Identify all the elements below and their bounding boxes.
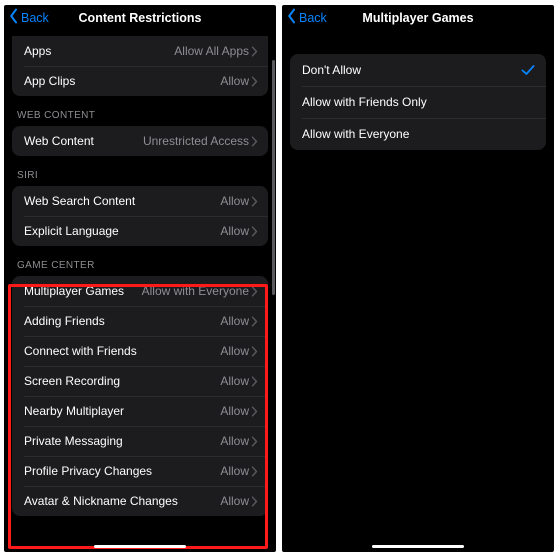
chevron-right-icon bbox=[251, 346, 258, 357]
setting-row[interactable]: Profile Privacy ChangesAllow bbox=[12, 456, 268, 486]
back-button[interactable]: Back bbox=[282, 8, 327, 27]
chevron-right-icon bbox=[251, 286, 258, 297]
row-label: Nearby Multiplayer bbox=[24, 404, 220, 418]
chevron-right-icon bbox=[251, 376, 258, 387]
row-label: Apps bbox=[24, 44, 174, 58]
row-value: Allow bbox=[220, 434, 249, 448]
content-scroll: AppsAllow All AppsApp ClipsAllow WEB CON… bbox=[4, 30, 276, 552]
row-value: Allow bbox=[220, 314, 249, 328]
chevron-right-icon bbox=[251, 46, 258, 57]
row-label: Avatar & Nickname Changes bbox=[24, 494, 220, 508]
row-value: Allow with Everyone bbox=[142, 284, 249, 298]
chevron-right-icon bbox=[251, 226, 258, 237]
section-header-siri: SIRI bbox=[4, 156, 276, 186]
game-center-group: Multiplayer GamesAllow with EveryoneAddi… bbox=[12, 276, 268, 516]
setting-row[interactable]: Multiplayer GamesAllow with Everyone bbox=[12, 276, 268, 306]
chevron-left-icon bbox=[8, 8, 20, 27]
option-row[interactable]: Don't Allow bbox=[290, 54, 546, 86]
setting-row[interactable]: App ClipsAllow bbox=[12, 66, 268, 96]
row-value: Allow bbox=[220, 374, 249, 388]
setting-row[interactable]: Adding FriendsAllow bbox=[12, 306, 268, 336]
chevron-right-icon bbox=[251, 436, 258, 447]
option-row[interactable]: Allow with Everyone bbox=[290, 118, 546, 150]
option-label: Allow with Friends Only bbox=[302, 95, 536, 109]
siri-group: Web Search ContentAllowExplicit Language… bbox=[12, 186, 268, 246]
chevron-right-icon bbox=[251, 316, 258, 327]
content-scroll: Don't Allow Allow with Friends Only Allow … bbox=[282, 30, 554, 552]
navbar: Back Content Restrictions bbox=[4, 5, 276, 30]
option-label: Allow with Everyone bbox=[302, 127, 536, 141]
row-label: Screen Recording bbox=[24, 374, 220, 388]
section-header-web: WEB CONTENT bbox=[4, 96, 276, 126]
back-label: Back bbox=[21, 11, 49, 25]
row-value: Allow bbox=[220, 494, 249, 508]
section-header-game-center: GAME CENTER bbox=[4, 246, 276, 276]
row-value: Allow bbox=[220, 464, 249, 478]
allowed-content-group: AppsAllow All AppsApp ClipsAllow bbox=[12, 36, 268, 96]
setting-row[interactable]: Nearby MultiplayerAllow bbox=[12, 396, 268, 426]
chevron-right-icon bbox=[251, 496, 258, 507]
row-label: Web Search Content bbox=[24, 194, 220, 208]
row-value: Allow bbox=[220, 404, 249, 418]
home-indicator[interactable] bbox=[372, 545, 464, 549]
setting-row[interactable]: Web Search ContentAllow bbox=[12, 186, 268, 216]
row-value: Allow bbox=[220, 194, 249, 208]
back-button[interactable]: Back bbox=[4, 8, 49, 27]
setting-row[interactable]: Private MessagingAllow bbox=[12, 426, 268, 456]
options-group: Don't Allow Allow with Friends Only Allow … bbox=[290, 54, 546, 150]
home-indicator[interactable] bbox=[94, 545, 186, 549]
row-value: Allow bbox=[220, 224, 249, 238]
chevron-right-icon bbox=[251, 76, 258, 87]
chevron-right-icon bbox=[251, 466, 258, 477]
navbar: Back Multiplayer Games bbox=[282, 5, 554, 30]
row-label: Web Content bbox=[24, 134, 143, 148]
setting-row[interactable]: Avatar & Nickname ChangesAllow bbox=[12, 486, 268, 516]
chevron-right-icon bbox=[251, 406, 258, 417]
multiplayer-games-screen: Back Multiplayer Games Don't Allow Allow … bbox=[282, 5, 554, 552]
row-label: Adding Friends bbox=[24, 314, 220, 328]
row-label: Explicit Language bbox=[24, 224, 220, 238]
web-content-group: Web ContentUnrestricted Access bbox=[12, 126, 268, 156]
setting-row[interactable]: AppsAllow All Apps bbox=[12, 36, 268, 66]
row-label: Connect with Friends bbox=[24, 344, 220, 358]
row-label: Private Messaging bbox=[24, 434, 220, 448]
chevron-right-icon bbox=[251, 136, 258, 147]
setting-row[interactable]: Screen RecordingAllow bbox=[12, 366, 268, 396]
content-restrictions-screen: Back Content Restrictions AppsAllow All … bbox=[4, 5, 276, 552]
scrollbar[interactable] bbox=[272, 60, 275, 295]
row-label: Multiplayer Games bbox=[24, 284, 142, 298]
setting-row[interactable]: Connect with FriendsAllow bbox=[12, 336, 268, 366]
back-label: Back bbox=[299, 11, 327, 25]
row-label: Profile Privacy Changes bbox=[24, 464, 220, 478]
checkmark-icon bbox=[520, 62, 536, 78]
chevron-right-icon bbox=[251, 196, 258, 207]
option-row[interactable]: Allow with Friends Only bbox=[290, 86, 546, 118]
row-value: Allow All Apps bbox=[174, 44, 249, 58]
row-value: Allow bbox=[220, 344, 249, 358]
option-label: Don't Allow bbox=[302, 63, 520, 77]
row-value: Unrestricted Access bbox=[143, 134, 249, 148]
setting-row[interactable]: Web ContentUnrestricted Access bbox=[12, 126, 268, 156]
row-value: Allow bbox=[220, 74, 249, 88]
chevron-left-icon bbox=[286, 8, 298, 27]
row-label: App Clips bbox=[24, 74, 220, 88]
setting-row[interactable]: Explicit LanguageAllow bbox=[12, 216, 268, 246]
